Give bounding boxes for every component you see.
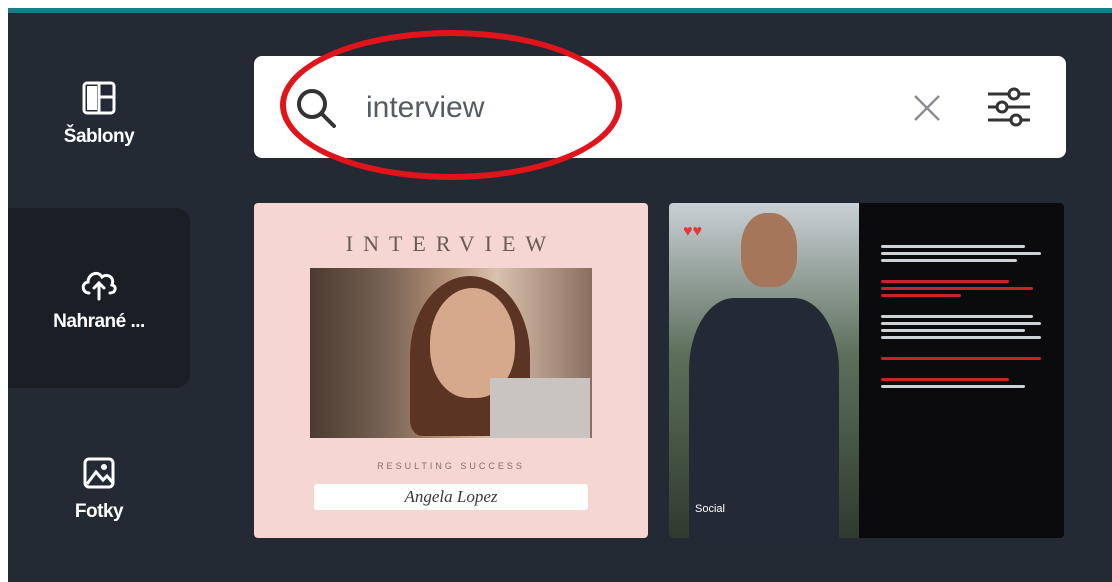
sidebar: Šablony Nahrané ... Fotky	[8, 13, 198, 582]
photos-icon	[79, 453, 119, 493]
templates-icon	[79, 78, 119, 118]
sidebar-item-label: Fotky	[74, 501, 124, 522]
card-tag: Social	[695, 503, 725, 515]
card-photo	[310, 268, 592, 438]
sidebar-item-photos[interactable]: Fotky	[8, 413, 190, 563]
app-window: Šablony Nahrané ... Fotky interview INTE…	[8, 8, 1112, 582]
sidebar-item-uploads[interactable]: Nahrané ...	[8, 208, 190, 388]
card-title: INTERVIEW	[345, 231, 557, 256]
template-card-interview[interactable]: INTERVIEW RESULTING SUCCESS Angela Lopez	[254, 203, 648, 538]
search-input[interactable]	[364, 82, 888, 134]
sidebar-item-label: Nahrané ...	[53, 311, 145, 332]
search-icon	[297, 89, 336, 128]
card-subtitle: RESULTING SUCCESS	[377, 461, 525, 471]
sidebar-item-label: Šablony	[63, 126, 135, 147]
card-name: Angela Lopez	[314, 484, 588, 510]
search-bar	[254, 56, 1066, 158]
heart-icon: ♥♥	[683, 223, 702, 240]
template-card-dark[interactable]: ♥♥ Social	[669, 203, 1064, 538]
filter-sliders-icon[interactable]	[984, 82, 1034, 132]
sidebar-item-templates[interactable]: Šablony	[8, 53, 190, 173]
cloud-upload-icon	[79, 263, 119, 303]
card-text-lines	[881, 241, 1041, 406]
card-photo: ♥♥ Social	[669, 203, 859, 538]
close-icon[interactable]	[909, 90, 945, 126]
